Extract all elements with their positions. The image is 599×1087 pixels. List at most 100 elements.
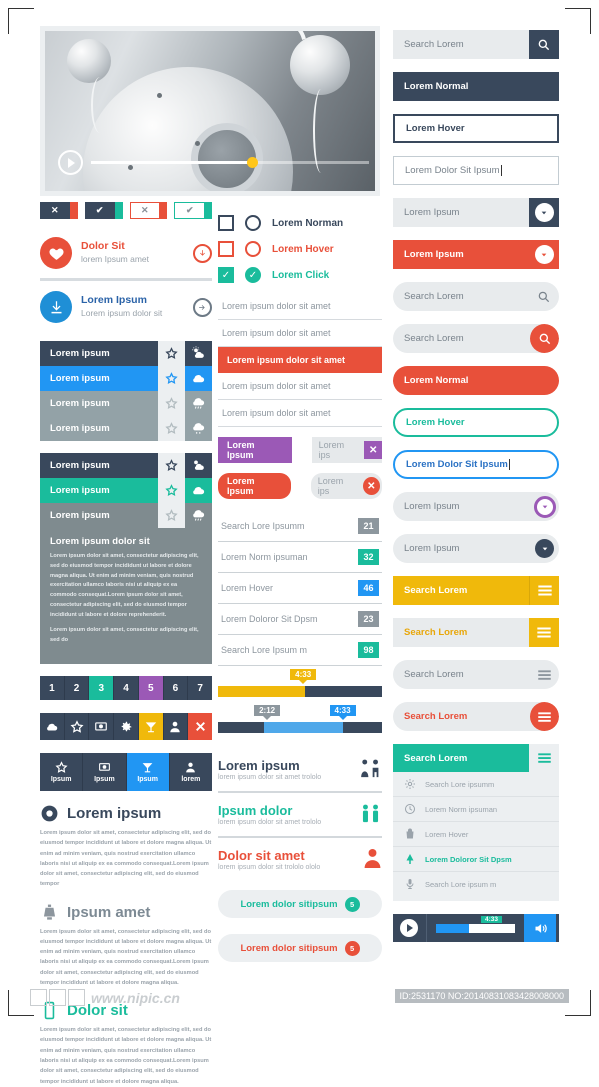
user-icon[interactable]	[163, 713, 189, 741]
chip-red[interactable]: Lorem ips ✕	[310, 473, 382, 499]
search-icon[interactable]	[529, 30, 559, 59]
lorem-normal-red-round[interactable]: Lorem Normal	[393, 366, 559, 395]
choice-row-click[interactable]: ✓ ✓ Lorem Click	[218, 262, 382, 288]
page-button[interactable]: 6	[163, 676, 189, 701]
slider-track[interactable]	[218, 686, 382, 697]
search-lorem-yellow-solid[interactable]: Search Lorem	[393, 576, 559, 605]
search-lorem-round-gray[interactable]: Search Lorem	[393, 282, 559, 311]
chevron-down-icon[interactable]	[530, 534, 559, 563]
badge-list-item[interactable]: Lorem Norm ipsuman 32	[218, 542, 382, 573]
slider-range[interactable]: 2:12 4:33	[218, 705, 382, 733]
search-lorem-gray[interactable]: Search Lorem	[393, 30, 559, 59]
tab-cocktail[interactable]: Ipsum	[126, 753, 170, 792]
toggle-light-on[interactable]: ✔	[174, 202, 212, 219]
search-icon[interactable]	[530, 324, 559, 353]
tab-monitor[interactable]: Ipsum	[83, 753, 127, 792]
slider-single[interactable]: 4:33	[218, 669, 382, 697]
search-icon[interactable]	[529, 282, 559, 311]
list-item-active[interactable]: Lorem ipsum dolor sit amet	[218, 347, 382, 373]
star-outline-icon[interactable]	[158, 341, 185, 366]
cloud-icon[interactable]	[40, 713, 65, 741]
hamburger-icon[interactable]	[529, 660, 559, 689]
pill-button-teal[interactable]: Lorem dolor sitipsum 5	[218, 890, 382, 918]
badge-list-item[interactable]: Lorem Doloror Sit Dpsm 23	[218, 604, 382, 635]
close-icon[interactable]	[188, 713, 213, 741]
toggle-dark-on[interactable]: ✔	[84, 202, 123, 219]
radio-hover[interactable]	[245, 241, 261, 257]
lorem-normal-navy[interactable]: Lorem Normal	[393, 72, 559, 101]
badge-list-item[interactable]: Lorem Hover 46	[218, 573, 382, 604]
radio-unchecked[interactable]	[245, 215, 261, 231]
search-input[interactable]: Search Lorem	[393, 30, 529, 59]
chip-purple[interactable]: Lorem ips ✕	[311, 437, 382, 463]
dropdown-item-lorem-doloror[interactable]: Lorem Doloror Sit Dpsm	[393, 847, 559, 872]
play-button[interactable]	[58, 150, 83, 175]
media-progress-track[interactable]	[436, 923, 515, 933]
badge-list-item[interactable]: Search Lore Ipsumm 21	[218, 511, 382, 542]
weather-row[interactable]: Lorem ipsum	[40, 391, 158, 416]
page-button-active[interactable]: 3	[89, 676, 115, 701]
star-outline-icon[interactable]	[158, 453, 185, 478]
lorem-ipsum-purple-dropdown[interactable]: Lorem Ipsum	[393, 492, 559, 521]
choice-row-normal[interactable]: Lorem Norman	[218, 210, 382, 236]
page-button-highlight[interactable]: 5	[138, 676, 164, 701]
checkbox-checked[interactable]: ✓	[218, 267, 234, 283]
close-icon[interactable]: ✕	[364, 441, 382, 459]
text-input[interactable]: Lorem Dolor Sit Ipsum	[395, 452, 557, 477]
weather-row[interactable]: Lorem ipsum	[40, 366, 158, 391]
dropdown-item-search-lore[interactable]: Search Lore ipsumm	[393, 772, 559, 797]
icon-row-dolor-sit[interactable]: Dolor Sit lorem Ipsum amet	[40, 231, 212, 275]
video-player[interactable]	[40, 26, 380, 196]
tab-star[interactable]: Ipsum	[40, 753, 84, 792]
dropdown-menu-header[interactable]: Search Lorem	[393, 744, 559, 772]
tag-purple[interactable]: Lorem Ipsum	[218, 437, 292, 463]
toggle-dark-off[interactable]: ✕	[40, 202, 78, 219]
text-input[interactable]: Lorem Dolor Sit Ipsum	[394, 157, 558, 184]
chevron-down-icon[interactable]	[530, 492, 559, 521]
arrow-right-circle-icon[interactable]	[193, 297, 212, 317]
search-lorem-yellow-button[interactable]: Search Lorem	[393, 618, 559, 647]
dropdown-item-search-lore-ipsum[interactable]: Search Lore ipsum m	[393, 872, 559, 896]
star-outline-icon[interactable]	[158, 416, 185, 441]
hamburger-icon[interactable]	[529, 576, 559, 605]
hamburger-icon[interactable]	[530, 702, 559, 731]
page-button[interactable]: 7	[188, 676, 213, 701]
dropdown-item-lorem-norm[interactable]: Lorem Norm ipsuman	[393, 797, 559, 822]
lorem-ipsum-red-dropdown[interactable]: Lorem Ipsum	[393, 240, 559, 269]
gear-icon[interactable]	[114, 713, 139, 741]
star-outline-icon[interactable]	[158, 391, 185, 416]
list-item[interactable]: Lorem ipsum dolor sit amet	[218, 293, 382, 320]
slider-track[interactable]	[218, 722, 382, 733]
cocktail-icon[interactable]	[138, 713, 164, 741]
weather-row[interactable]: Lorem ipsum	[40, 416, 158, 441]
feature-block-dolor-sit-amet[interactable]: Dolor sit amet lorem ipsum dolor sit tro…	[218, 838, 382, 881]
search-input[interactable]: Search Lorem	[393, 324, 530, 353]
chevron-down-icon[interactable]	[529, 198, 559, 227]
play-icon[interactable]	[396, 919, 422, 937]
checkbox-hover[interactable]	[218, 241, 234, 257]
checkbox-unchecked[interactable]	[218, 215, 234, 231]
volume-icon[interactable]	[524, 914, 556, 942]
weather-row[interactable]: Lorem ipsum	[40, 341, 158, 366]
icon-row-lorem-ipsum[interactable]: Lorem Ipsum Lorem ipsum dolor sit	[40, 285, 212, 329]
list-item[interactable]: Lorem ipsum dolor sit amet	[218, 320, 382, 347]
search-lorem-round-red[interactable]: Search Lorem	[393, 324, 559, 353]
page-button[interactable]: 2	[64, 676, 90, 701]
hamburger-icon[interactable]	[529, 618, 559, 647]
monitor-icon[interactable]	[89, 713, 115, 741]
lorem-hover-navy-outline[interactable]: Lorem Hover	[393, 114, 559, 143]
list-item[interactable]: Lorem ipsum dolor sit amet	[218, 373, 382, 400]
feature-block-lorem-ipsum[interactable]: Lorem ipsum lorem ipsum dolor sit amet t…	[218, 748, 382, 793]
dropdown-item-lorem-hover[interactable]: Lorem Hover	[393, 822, 559, 847]
star-outline-icon[interactable]	[158, 478, 185, 503]
radio-checked[interactable]: ✓	[245, 267, 261, 283]
pill-button-red[interactable]: Lorem dolor sitipsum 5	[218, 934, 382, 962]
toggle-light-off[interactable]: ✕	[129, 202, 168, 219]
star-icon[interactable]	[64, 713, 90, 741]
search-input[interactable]: Search Lorem	[393, 282, 529, 311]
hamburger-icon[interactable]	[529, 744, 559, 772]
close-icon[interactable]: ✕	[362, 477, 380, 495]
chevron-down-icon[interactable]	[529, 240, 559, 269]
star-outline-icon[interactable]	[158, 503, 185, 528]
list-item[interactable]: Lorem ipsum dolor sit amet	[218, 400, 382, 427]
